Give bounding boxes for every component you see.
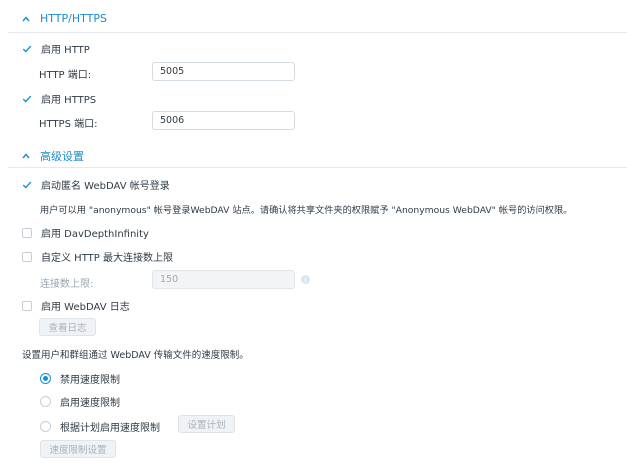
speed-desc-text: 设置用户和群组通过 WebDAV 传输文件的速度限制。 [22, 350, 249, 361]
anon-login-label: 启动匿名 WebDAV 帐号登录 [41, 181, 170, 192]
checkmark-icon [22, 95, 32, 102]
set-schedule-button-label: 设置计划 [187, 420, 226, 431]
http-port-label: HTTP 端口: [39, 66, 91, 81]
view-log-button[interactable]: 查看日志 [39, 318, 96, 336]
info-icon[interactable]: i [301, 275, 310, 284]
chevron-up-icon [22, 15, 30, 21]
enable-https-checkbox-row[interactable]: 启用 HTTPS [22, 91, 96, 106]
custom-conn-label: 自定义 HTTP 最大连接数上限 [41, 253, 173, 264]
speed-option-enable-label: 启用速度限制 [60, 398, 120, 409]
https-port-input[interactable]: 5006 [152, 111, 295, 130]
enable-https-checkbox[interactable] [22, 94, 32, 104]
anon-login-checkbox[interactable] [22, 180, 32, 190]
speed-settings-button-label: 速度限制设置 [49, 445, 107, 456]
enable-log-label: 启用 WebDAV 日志 [41, 302, 130, 313]
section-http-header[interactable]: HTTP/HTTPS [22, 12, 107, 25]
enable-http-checkbox[interactable] [22, 44, 32, 54]
https-port-label: HTTPS 端口: [39, 115, 98, 130]
enable-log-checkbox-row[interactable]: 启用 WebDAV 日志 [22, 298, 130, 313]
speed-option-schedule-label: 根据计划启用速度限制 [60, 423, 160, 434]
divider [8, 32, 627, 33]
depth-infinity-label: 启用 DavDepthInfinity [41, 229, 149, 240]
https-port-value: 5006 [160, 115, 185, 126]
speed-option-disable-label: 禁用速度限制 [60, 375, 120, 386]
anon-login-desc-text: 用户可以用 "anonymous" 帐号登录WebDAV 站点。请确认将共享文件… [40, 205, 573, 216]
radio-enable-speed-limit[interactable] [40, 396, 51, 407]
conn-limit-input[interactable]: 150 [152, 270, 295, 289]
enable-http-checkbox-row[interactable]: 启用 HTTP [22, 41, 90, 56]
radio-disable-speed-limit[interactable] [40, 373, 51, 384]
conn-limit-value: 150 [160, 274, 179, 285]
section-advanced-header[interactable]: 高级设置 [22, 148, 84, 164]
set-schedule-button[interactable]: 设置计划 [178, 415, 235, 433]
custom-conn-checkbox[interactable] [22, 251, 32, 262]
speed-settings-button[interactable]: 速度限制设置 [40, 440, 116, 458]
depth-infinity-checkbox-row[interactable]: 启用 DavDepthInfinity [22, 225, 149, 240]
section-http-title: HTTP/HTTPS [40, 12, 107, 25]
https-port-label-text: HTTPS 端口: [39, 119, 98, 130]
custom-conn-checkbox-row[interactable]: 自定义 HTTP 最大连接数上限 [22, 249, 173, 264]
speed-option-disable[interactable]: 禁用速度限制 [40, 371, 120, 386]
speed-limit-description: 设置用户和群组通过 WebDAV 传输文件的速度限制。 [22, 347, 249, 361]
checkmark-icon [22, 181, 32, 188]
enable-log-checkbox[interactable] [22, 300, 32, 311]
http-port-input[interactable]: 5005 [152, 62, 295, 81]
http-port-value: 5005 [160, 66, 185, 77]
divider [8, 167, 627, 168]
section-advanced-title: 高级设置 [40, 150, 84, 163]
anon-login-description: 用户可以用 "anonymous" 帐号登录WebDAV 站点。请确认将共享文件… [40, 202, 572, 216]
enable-http-label: 启用 HTTP [41, 45, 90, 56]
depth-infinity-checkbox[interactable] [22, 227, 32, 238]
conn-limit-label-text: 连接数上限: [40, 279, 94, 290]
enable-https-label: 启用 HTTPS [41, 95, 97, 106]
chevron-up-icon [22, 153, 30, 159]
speed-option-schedule[interactable]: 根据计划启用速度限制 [40, 419, 160, 434]
view-log-button-label: 查看日志 [48, 323, 87, 334]
radio-schedule-speed-limit[interactable] [40, 421, 51, 432]
http-port-label-text: HTTP 端口: [39, 70, 92, 81]
checkmark-icon [22, 45, 32, 52]
speed-option-enable[interactable]: 启用速度限制 [40, 394, 120, 409]
anon-login-checkbox-row[interactable]: 启动匿名 WebDAV 帐号登录 [22, 177, 170, 192]
conn-limit-label: 连接数上限: [40, 275, 93, 290]
